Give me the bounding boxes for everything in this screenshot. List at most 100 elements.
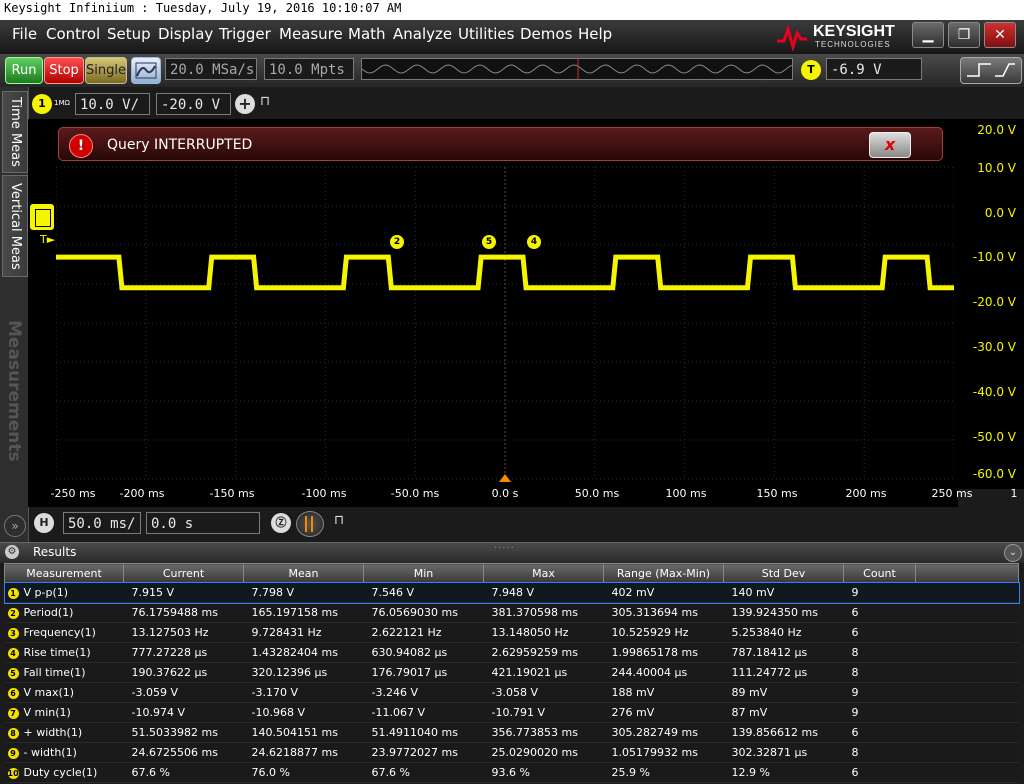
column-header[interactable]: Max <box>483 563 604 583</box>
auto-scale-button[interactable] <box>131 57 161 84</box>
measurement-marker-5[interactable]: 5 <box>482 235 496 249</box>
timebase-position-input[interactable]: 0.0 s <box>146 512 260 534</box>
single-button[interactable]: Single <box>85 57 127 84</box>
menu-utilities[interactable]: Utilities <box>458 25 514 43</box>
results-row[interactable]: 10 Duty cycle(1) 67.6 % 76.0 % 67.6 % 93.6 % 2… <box>4 762 1019 783</box>
trigger-level-marker[interactable]: T► <box>40 233 55 246</box>
column-header[interactable]: Range (Max-Min) <box>603 563 724 583</box>
results-row[interactable]: 6 V max(1) -3.059 V -3.170 V -3.246 V -3.058 … <box>4 682 1019 703</box>
channel-1-controls: 1 1MΩ 10.0 V/ -20.0 V + ⊓ <box>28 89 288 119</box>
channel-ground-icon <box>35 209 51 227</box>
measurement-name: Duty cycle(1) <box>23 766 98 779</box>
timebase-knob[interactable] <box>296 511 324 537</box>
menu-trigger[interactable]: Trigger <box>219 25 271 43</box>
trigger-slope-button[interactable] <box>960 57 1022 84</box>
results-row[interactable]: 8 + width(1) 51.5033982 ms 140.504151 ms 51.… <box>4 722 1019 743</box>
measurement-name-cell: 7 V min(1) <box>4 702 124 723</box>
acquisition-overview[interactable] <box>361 58 793 80</box>
channel-1-badge[interactable]: 1 <box>32 94 52 114</box>
expand-panel-button[interactable]: » <box>4 515 26 537</box>
measurement-marker-4[interactable]: 4 <box>527 235 541 249</box>
horizontal-badge[interactable]: H <box>34 513 54 533</box>
sample-rate-display[interactable]: 20.0 MSa/s <box>165 58 257 80</box>
stop-button[interactable]: Stop <box>44 57 84 84</box>
menu-file[interactable]: File <box>12 25 37 43</box>
add-channel-button[interactable]: + <box>235 94 255 114</box>
left-tab-panel: Time Meas Vertical Meas Measurements » <box>0 87 29 545</box>
pin-icon[interactable]: ⊓ <box>260 94 270 109</box>
trigger-slope-icon <box>967 63 1015 77</box>
collapse-results-button[interactable]: ⌄ <box>1004 544 1022 562</box>
channel-1-ground-marker[interactable] <box>30 204 54 230</box>
zoom-button[interactable]: Ⓩ <box>271 513 291 533</box>
column-header[interactable]: Current <box>123 563 244 583</box>
results-row[interactable]: 3 Frequency(1) 13.127503 Hz 9.728431 Hz 2.62… <box>4 622 1019 643</box>
time-reference-marker[interactable] <box>499 474 511 482</box>
results-row[interactable]: 9 - width(1) 24.6725506 ms 24.6218877 ms 23.… <box>4 742 1019 763</box>
measurement-index-badge: 6 <box>7 687 19 699</box>
channel-scale-input[interactable]: 10.0 V/ <box>75 93 150 115</box>
measurement-value-cell: 67.6 % <box>123 762 244 783</box>
close-window-button[interactable]: ✕ <box>984 22 1016 48</box>
menu-measure[interactable]: Measure <box>279 25 343 43</box>
menu-demos[interactable]: Demos <box>520 25 572 43</box>
results-row[interactable]: 7 V min(1) -10.974 V -10.968 V -11.067 V -10.… <box>4 702 1019 723</box>
menu-display[interactable]: Display <box>158 25 213 43</box>
measurement-marker-2[interactable]: 2 <box>390 235 404 249</box>
timebase-scale-input[interactable]: 50.0 ms/ <box>63 512 141 534</box>
results-row[interactable]: 2 Period(1) 76.1759488 ms 165.197158 ms 76.0… <box>4 602 1019 623</box>
menu-analyze[interactable]: Analyze <box>393 25 452 43</box>
column-header[interactable]: Min <box>363 563 484 583</box>
menu-math[interactable]: Math <box>348 25 386 43</box>
gear-icon[interactable]: ⚙ <box>5 545 19 559</box>
measurement-value-cell: 381.370598 ms <box>483 602 604 623</box>
trigger-marker-label: T <box>40 233 47 246</box>
memory-depth-display[interactable]: 10.0 Mpts <box>264 58 354 80</box>
run-button[interactable]: Run <box>5 57 43 84</box>
restore-button[interactable]: ❐ <box>948 22 980 48</box>
x-label: 200 ms <box>845 487 887 500</box>
results-row[interactable]: 1 V p-p(1) 7.915 V 7.798 V 7.546 V 7.948 V 402… <box>3 581 1020 604</box>
x-label: 250 ms <box>931 487 973 500</box>
measurement-value-cell: 630.94082 µs <box>363 642 484 663</box>
column-header[interactable]: Measurement <box>4 563 124 583</box>
menu-control[interactable]: Control <box>46 25 100 43</box>
measurement-value-cell: 87 mV <box>723 702 844 723</box>
acquisition-toolbar: Run Stop Single 20.0 MSa/s 10.0 Mpts T -… <box>0 54 1024 87</box>
measurement-value-cell: 165.197158 ms <box>243 602 364 623</box>
y-label: -60.0 V <box>972 467 1016 481</box>
measurement-value-cell: 421.19021 µs <box>483 662 604 683</box>
measurement-name-cell: 3 Frequency(1) <box>4 622 124 643</box>
menu-setup[interactable]: Setup <box>107 25 151 43</box>
pin-icon[interactable]: ⊓ <box>334 513 344 528</box>
tab-measurements[interactable]: Measurements <box>2 281 26 501</box>
alert-close-button[interactable]: x <box>869 132 911 158</box>
measurement-value-cell: 12.9 % <box>723 762 844 783</box>
tab-time-meas[interactable]: Time Meas <box>2 91 28 173</box>
results-row[interactable]: 5 Fall time(1) 190.37622 µs 320.12396 µs 176… <box>4 662 1019 683</box>
row-filler <box>915 702 1019 723</box>
minimize-button[interactable]: ▁ <box>912 22 944 48</box>
trigger-level-display[interactable]: -6.9 V <box>826 58 922 80</box>
measurement-index-badge: 10 <box>7 767 19 779</box>
measurement-value-cell: 1.99865178 ms <box>603 642 724 663</box>
menu-help[interactable]: Help <box>578 25 612 43</box>
measurement-value-cell: 9 <box>843 582 916 603</box>
measurement-index-badge: 5 <box>7 667 19 679</box>
resize-grip[interactable]: ····· <box>494 543 515 554</box>
column-header-filler <box>915 563 1019 583</box>
channel-offset-input[interactable]: -20.0 V <box>156 93 231 115</box>
column-header[interactable]: Mean <box>243 563 364 583</box>
row-filler <box>915 602 1019 623</box>
measurement-value-cell: 1.43282404 ms <box>243 642 364 663</box>
measurement-name: V min(1) <box>23 706 71 719</box>
measurement-value-cell: -3.059 V <box>123 682 244 703</box>
column-header[interactable]: Std Dev <box>723 563 844 583</box>
results-row[interactable]: 4 Rise time(1) 777.27228 µs 1.43282404 ms 63… <box>4 642 1019 663</box>
column-header[interactable]: Count <box>843 563 916 583</box>
measurement-value-cell: 76.0 % <box>243 762 364 783</box>
tab-vertical-meas[interactable]: Vertical Meas <box>2 175 28 277</box>
measurement-value-cell: 777.27228 µs <box>123 642 244 663</box>
x-label: -250 ms <box>50 487 96 500</box>
measurement-value-cell: 305.282749 ms <box>603 722 724 743</box>
